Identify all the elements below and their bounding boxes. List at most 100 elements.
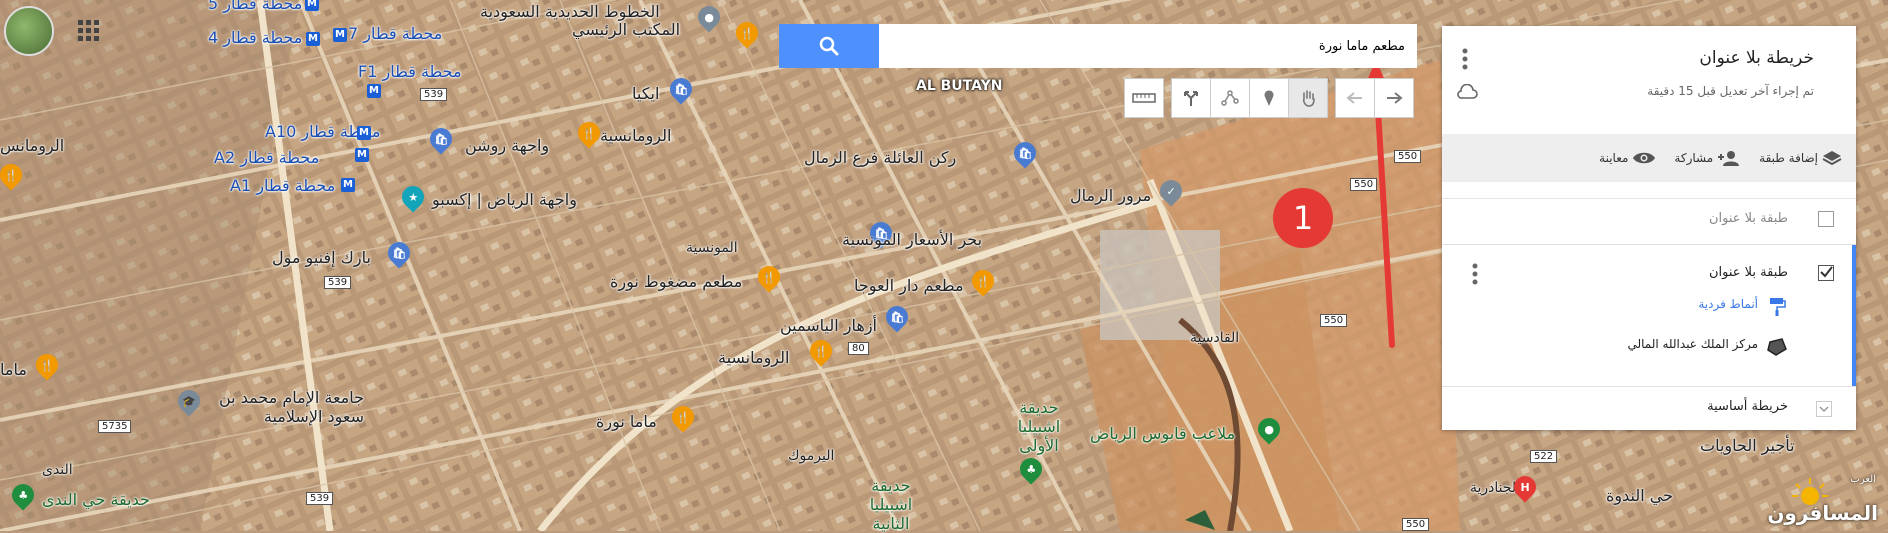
metro-icon: M — [367, 84, 381, 98]
road-shield: 550 — [1402, 518, 1430, 531]
map-label-poi[interactable]: الخطوط الحديدية السعودية — [480, 2, 660, 21]
map-label-station[interactable]: محطة قطار A2 — [214, 148, 319, 167]
map-label-station[interactable]: محطة قطار 4 — [208, 28, 302, 47]
map-label-poi[interactable]: واجهة الرياض | إكسبو — [432, 190, 577, 209]
map-thumbnail[interactable] — [4, 6, 54, 56]
metro-icon: M — [305, 0, 319, 11]
map-label-poi[interactable]: مطعم دار العوجا — [854, 276, 964, 295]
map-label-poi[interactable]: ايكيا — [632, 84, 659, 103]
undo-button[interactable] — [1335, 78, 1375, 118]
map-label-park[interactable]: حديقة اشبيليا الثانية — [856, 476, 926, 533]
redo-icon — [1387, 92, 1403, 104]
draw-line-button[interactable] — [1210, 78, 1250, 118]
map-label-area: الجنادرية — [1470, 480, 1521, 496]
metro-icon: M — [341, 178, 355, 192]
map-label-poi[interactable]: المكتب الرئيسي — [572, 20, 680, 39]
map-label-area: اليرموك — [788, 448, 835, 464]
map-label-station[interactable]: محطة قطار 7 — [348, 24, 442, 43]
map-toolbar — [1117, 78, 1414, 118]
base-map-label[interactable]: خريطة أساسية — [1707, 399, 1788, 414]
road-shield: 80 — [848, 342, 869, 355]
map-label-poi[interactable]: تأجير الحاويات — [1700, 436, 1795, 455]
map-label-poi[interactable]: ماما — [0, 360, 27, 379]
map-label-poi[interactable]: الرومانسية — [718, 348, 789, 367]
add-marker-button[interactable] — [1249, 78, 1289, 118]
map-label-park[interactable]: حديقة حي الندى — [42, 490, 150, 509]
cloud-saved-icon — [1456, 83, 1478, 104]
polyline-icon — [1221, 90, 1239, 106]
road-shield: 550 — [1394, 150, 1422, 163]
map-label-poi[interactable]: جامعة الإمام محمد بن سعود الإسلامية — [208, 388, 364, 426]
preview-button[interactable]: معاينة — [1599, 150, 1656, 166]
metro-icon: M — [306, 32, 320, 46]
feature-item[interactable]: مركز الملك عبدالله المالي — [1627, 337, 1758, 351]
add-person-icon — [1718, 151, 1740, 166]
pan-button[interactable] — [1288, 78, 1328, 118]
metro-icon: M — [333, 28, 347, 42]
map-label-area: AL BUTAYN — [916, 78, 1003, 94]
map-label-area: الندى — [42, 462, 73, 478]
layer-item[interactable]: طبقة بلا عنوان — [1442, 198, 1856, 239]
map-menu-button[interactable] — [1462, 48, 1468, 74]
layer-menu-button[interactable] — [1472, 263, 1478, 289]
map-title[interactable]: خريطة بلا عنوان — [1699, 48, 1814, 68]
metro-icon: M — [355, 148, 369, 162]
ruler-button[interactable] — [1124, 78, 1164, 118]
map-label-station[interactable]: محطة قطار A1 — [230, 176, 335, 195]
road-shield: 550 — [1350, 178, 1378, 191]
share-button[interactable]: مشاركة — [1674, 149, 1741, 167]
road-shield: 550 — [1320, 314, 1348, 327]
more-vert-icon — [1472, 263, 1478, 285]
individual-styles-link[interactable]: أنماط فردية — [1698, 297, 1758, 311]
map-label-area: حي الندوة — [1606, 486, 1673, 505]
layer-checkbox-checked[interactable] — [1818, 265, 1834, 281]
map-label-poi[interactable]: واجهة روشن — [465, 136, 549, 155]
map-label-poi[interactable]: مرور الرمال — [1070, 186, 1151, 205]
polygon-icon — [1767, 338, 1787, 356]
watermark-small-text: العرب — [1850, 474, 1876, 485]
road-shield: 539 — [306, 492, 334, 505]
layer-name[interactable]: طبقة بلا عنوان — [1709, 265, 1788, 280]
map-label-poi[interactable]: ملاعب قابوس الرياض — [1090, 424, 1235, 443]
hand-icon — [1302, 90, 1315, 107]
redo-button[interactable] — [1374, 78, 1414, 118]
map-label-poi[interactable]: مطعم مضغوط نورة — [610, 272, 742, 291]
map-label-poi[interactable]: الرومانسية — [600, 126, 671, 145]
map-label-station[interactable]: محطة قطار F1 — [358, 62, 462, 81]
add-layer-button[interactable]: إضافة طبقة — [1759, 149, 1842, 167]
layer-checkbox[interactable] — [1818, 211, 1834, 227]
marker-icon — [1264, 90, 1274, 106]
share-label: مشاركة — [1674, 151, 1714, 165]
undo-icon — [1346, 92, 1362, 104]
layers-icon — [1822, 151, 1842, 166]
search-input[interactable] — [879, 24, 1417, 68]
layer-name[interactable]: طبقة بلا عنوان — [1709, 211, 1788, 226]
metro-icon: M — [357, 126, 371, 140]
base-map-item[interactable]: خريطة أساسية — [1442, 386, 1856, 431]
map-label-poi[interactable]: بحر الأسعار المونسية — [842, 230, 982, 249]
map-label-area: القادسية — [1190, 330, 1240, 346]
map-label-poi[interactable]: ركن العائلة فرع الرمال — [804, 148, 956, 167]
apps-grid-icon[interactable] — [78, 20, 100, 46]
map-label-poi[interactable]: بارك إفنيو مول — [272, 248, 371, 267]
map-panel: خريطة بلا عنوان تم إجراء آخر تعديل قبل 1… — [1442, 26, 1856, 430]
add-layer-label: إضافة طبقة — [1759, 151, 1818, 165]
map-label-park[interactable]: حديقة اشبيليا الأولى — [1004, 398, 1074, 455]
eye-icon — [1633, 152, 1656, 164]
map-label-area: المونسية — [686, 240, 738, 256]
ruler-icon — [1132, 93, 1156, 103]
road-shield: 522 — [1530, 450, 1558, 463]
map-label-poi[interactable]: أزهار الياسمين — [780, 316, 877, 335]
chevron-down-icon — [1816, 401, 1832, 417]
map-label-poi[interactable]: الرومانس — [0, 136, 64, 155]
preview-label: معاينة — [1599, 151, 1629, 165]
map-label-station[interactable]: محطة قطار 5 — [208, 0, 302, 13]
search-bar — [779, 24, 1417, 68]
watermark-text: المسافرون — [1767, 501, 1878, 525]
watermark-logo: العرب المسافرون — [1767, 470, 1886, 531]
directions-button[interactable] — [1171, 78, 1211, 118]
road-shield: 539 — [324, 276, 352, 289]
map-label-poi[interactable]: ماما نورة — [596, 412, 657, 431]
directions-icon — [1184, 91, 1198, 106]
search-button[interactable] — [779, 24, 879, 68]
